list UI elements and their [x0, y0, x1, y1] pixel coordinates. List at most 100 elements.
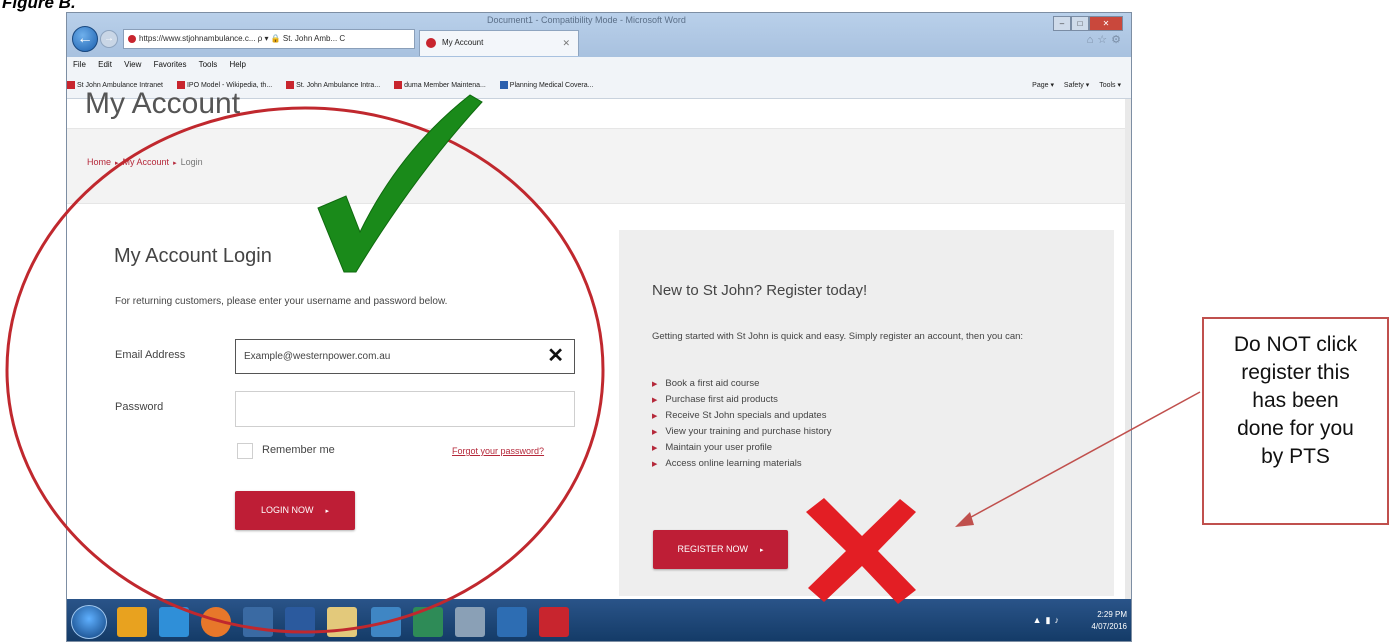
- bullet-icon: ▶: [652, 397, 658, 404]
- benefits-list: ▶ Book a first aid course ▶ Purchase first…: [652, 376, 832, 472]
- window-title: Document1 - Compatibility Mode - Microso…: [487, 15, 686, 25]
- cmd-safety[interactable]: Safety ▾: [1064, 82, 1089, 89]
- email-label: Email Address: [115, 349, 186, 361]
- menu-bar: File Edit View Favorites Tools Help: [67, 57, 1131, 72]
- folder-icon[interactable]: [327, 607, 357, 637]
- tab-close-icon[interactable]: ✕: [562, 31, 570, 55]
- bookmark-icon: [286, 81, 295, 90]
- favorite-item[interactable]: St. John Ambulance Intra...: [286, 72, 380, 99]
- bookmark-icon: [394, 81, 403, 90]
- password-label: Password: [115, 401, 164, 413]
- tab-label: My Account: [442, 38, 484, 47]
- figure-label: Figure B.: [2, 0, 76, 12]
- list-item: ▶ Receive St John specials and updates: [652, 410, 827, 421]
- login-now-button[interactable]: LOGIN NOW ▸: [235, 491, 355, 530]
- bullet-icon: ▶: [652, 429, 658, 436]
- tray-icons[interactable]: ▲▮♪: [1033, 615, 1063, 626]
- register-button-label: REGISTER NOW: [677, 544, 748, 554]
- bookmark-icon: [67, 81, 75, 90]
- site-icon: [128, 34, 136, 43]
- firefox-icon[interactable]: [201, 607, 231, 637]
- word-icon[interactable]: [285, 607, 315, 637]
- remember-me-checkbox[interactable]: [237, 443, 253, 459]
- bullet-icon: ▶: [652, 461, 658, 468]
- acrobat-icon[interactable]: [539, 607, 569, 637]
- breadcrumb-my-account[interactable]: My Account: [123, 157, 170, 167]
- list-item: ▶ Purchase first aid products: [652, 394, 778, 405]
- breadcrumb-home[interactable]: Home: [87, 157, 111, 167]
- start-button[interactable]: [71, 605, 107, 639]
- password-field[interactable]: [235, 391, 575, 427]
- office-icon[interactable]: [117, 607, 147, 637]
- forgot-password-link[interactable]: Forgot your password?: [452, 446, 544, 456]
- app-icon[interactable]: [371, 607, 401, 637]
- back-button[interactable]: ←: [72, 26, 98, 52]
- page-content: Home ▸ My Account ▸ Login My Account My Acco…: [67, 87, 1131, 599]
- instruction-callout: Do NOT click register this has been done…: [1202, 317, 1389, 525]
- login-description: For returning customers, please enter yo…: [115, 296, 448, 307]
- login-heading: My Account Login: [114, 245, 272, 267]
- list-item: ▶ View your training and purchase history: [652, 426, 832, 437]
- internet-explorer-icon[interactable]: [159, 607, 189, 637]
- excel-icon[interactable]: [413, 607, 443, 637]
- clock-time: 2:29 PM: [1097, 610, 1127, 619]
- callout-line: Do NOT click: [1233, 333, 1358, 356]
- breadcrumb-band: Home ▸ My Account ▸ Login: [67, 128, 1131, 204]
- page-title: My Account: [85, 87, 241, 120]
- maximize-button[interactable]: □: [1071, 16, 1089, 31]
- command-bar: Page ▾ Safety ▾ Tools ▾: [1024, 72, 1121, 99]
- breadcrumb-current: Login: [180, 157, 203, 167]
- tab-my-account[interactable]: My Account ✕: [419, 30, 579, 56]
- clock[interactable]: 2:29 PM 4/07/2016: [1091, 609, 1127, 633]
- bookmark-icon: [499, 81, 508, 90]
- callout-line: done for you: [1237, 417, 1354, 440]
- forward-button[interactable]: →: [100, 30, 118, 48]
- document-icon[interactable]: [455, 607, 485, 637]
- login-button-label: LOGIN NOW: [260, 505, 314, 515]
- list-item: ▶ Book a first aid course: [652, 378, 760, 389]
- clock-date: 4/07/2016: [1091, 622, 1127, 631]
- cmd-page[interactable]: Page ▾: [1032, 82, 1054, 89]
- bullet-icon: ▶: [652, 381, 658, 388]
- breadcrumb-separator: ▸: [173, 160, 177, 167]
- email-value: Example@westernpower.com.au: [244, 351, 391, 362]
- chevron-right-icon: ▸: [325, 508, 330, 515]
- menu-edit[interactable]: Edit: [98, 60, 112, 69]
- register-description: Getting started with St John is quick an…: [652, 331, 1024, 342]
- remember-me-label: Remember me: [262, 444, 335, 456]
- register-now-button[interactable]: REGISTER NOW ▸: [653, 530, 788, 569]
- menu-file[interactable]: File: [73, 60, 86, 69]
- menu-tools[interactable]: Tools: [199, 60, 218, 69]
- register-heading: New to St John? Register today!: [652, 282, 868, 299]
- close-window-button[interactable]: ✕: [1089, 16, 1123, 31]
- favorite-item[interactable]: duma Member Maintena...: [394, 72, 486, 99]
- taskbar: ▲▮♪ 2:29 PM 4/07/2016: [67, 599, 1131, 641]
- breadcrumb: Home ▸ My Account ▸ Login: [87, 157, 203, 167]
- favorite-item[interactable]: Planning Medical Covera...: [499, 72, 593, 99]
- menu-favorites[interactable]: Favorites: [154, 60, 187, 69]
- window-controls: – □ ✕: [1053, 13, 1127, 31]
- menu-help[interactable]: Help: [230, 60, 246, 69]
- home-favorites-tools-icons[interactable]: ⌂☆⚙: [1087, 33, 1125, 46]
- vertical-scrollbar[interactable]: [1125, 99, 1131, 599]
- register-panel: New to St John? Register today! Getting …: [619, 230, 1114, 596]
- callout-line: has been: [1252, 389, 1339, 412]
- bullet-icon: ▶: [652, 413, 658, 420]
- chevron-right-icon: ▸: [760, 547, 764, 554]
- browser-window: Document1 - Compatibility Mode - Microso…: [66, 12, 1132, 642]
- cmd-tools[interactable]: Tools ▾: [1099, 82, 1121, 89]
- callout-line: register this: [1241, 361, 1350, 384]
- address-text: https://www.stjohnambulance.c... ρ ▾ 🔒 S…: [139, 34, 346, 43]
- menu-view[interactable]: View: [124, 60, 141, 69]
- app-icon[interactable]: [243, 607, 273, 637]
- callout-line: by PTS: [1261, 445, 1330, 468]
- minimize-button[interactable]: –: [1053, 16, 1071, 31]
- list-item: ▶ Access online learning materials: [652, 458, 802, 469]
- address-bar[interactable]: https://www.stjohnambulance.c... ρ ▾ 🔒 S…: [123, 29, 415, 49]
- title-bar: Document1 - Compatibility Mode - Microso…: [67, 13, 1131, 57]
- clear-icon[interactable]: ✕: [547, 340, 564, 373]
- app-icon[interactable]: [497, 607, 527, 637]
- email-field[interactable]: Example@westernpower.com.au ✕: [235, 339, 575, 374]
- st-john-favicon-icon: [426, 38, 436, 48]
- breadcrumb-separator: ▸: [115, 160, 119, 167]
